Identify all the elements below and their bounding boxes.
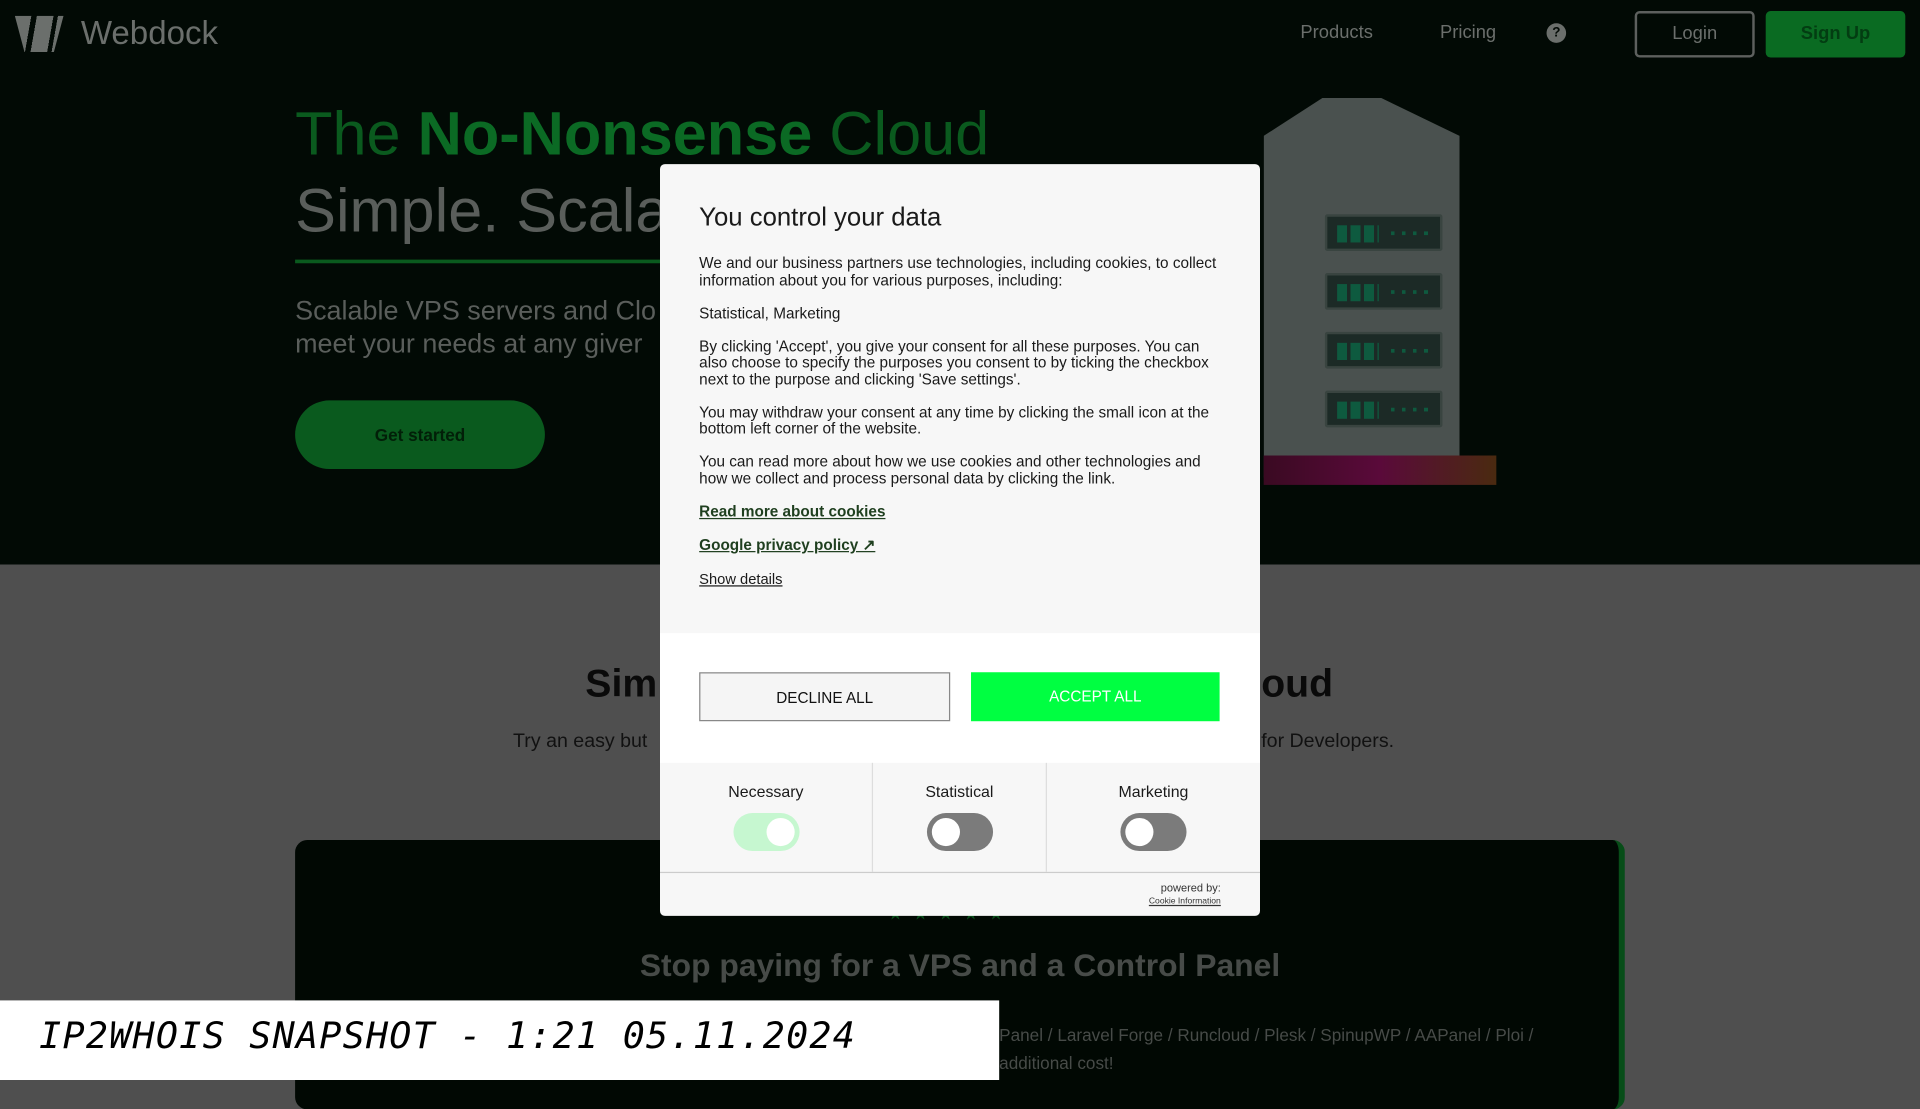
consent-title: You control your data [699,203,942,232]
marketing-switch[interactable] [1120,813,1187,852]
toggle-necessary: Necessary [660,762,874,872]
card-title: Stop paying for a VPS and a Control Pane… [639,946,1281,984]
cookie-information-link[interactable]: Cookie Information [1149,898,1221,907]
consent-text: We and our business partners use technol… [699,254,1217,289]
consent-text: You may withdraw your consent at any tim… [699,403,1210,438]
section-title-right: oud [1261,661,1334,706]
cookie-consent-dialog: You control your data We and our busines… [660,164,1261,916]
hero-title-line2: Simple. Scala [295,176,670,245]
powered-by: powered by: Cookie Information [1148,881,1221,907]
read-more-cookies-link[interactable]: Read more about cookies [699,503,1226,521]
statistical-switch[interactable] [926,813,993,852]
google-privacy-link[interactable]: Google privacy policy ↗ [699,537,1226,555]
toggle-statistical: Statistical [873,762,1047,872]
login-button[interactable]: Login [1634,11,1755,58]
hero-subtitle: Scalable VPS servers and Clo meet your ne… [295,295,656,359]
consent-text: You can read more about how we use cooki… [699,453,1201,487]
hero-title: The No-Nonsense Cloud [295,99,990,168]
accept-all-button[interactable]: ACCEPT ALL [971,672,1220,722]
webdock-logo-icon [14,15,64,53]
section-sub-left: Try an easy but [513,731,648,752]
nav-products[interactable]: Products [1300,22,1372,43]
card-text: Panel / Laravel Forge / Runcloud / Plesk… [999,1024,1534,1073]
consent-purposes: Statistical, Marketing [699,304,841,322]
necessary-switch[interactable] [732,813,799,852]
consent-text: By clicking 'Accept', you give your cons… [699,337,1209,388]
get-started-button[interactable]: Get started [295,400,545,469]
section-title-left: Sim [585,661,658,706]
toggle-marketing: Marketing [1047,763,1260,872]
section-sub-right: for Developers. [1261,731,1395,752]
question-circle-icon[interactable]: ? [1546,23,1567,43]
show-details-link[interactable]: Show details [699,570,782,587]
decline-all-button[interactable]: DECLINE ALL [699,672,951,722]
server-illustration [1227,97,1497,492]
divider [295,259,663,264]
logo[interactable]: Webdock [14,14,219,53]
nav-pricing[interactable]: Pricing [1440,22,1496,43]
brand-name: Webdock [80,14,219,52]
signup-button[interactable]: Sign Up [1765,11,1906,58]
snapshot-watermark: IP2WHOIS SNAPSHOT - 1:21 05.11.2024 [0,1000,1000,1081]
